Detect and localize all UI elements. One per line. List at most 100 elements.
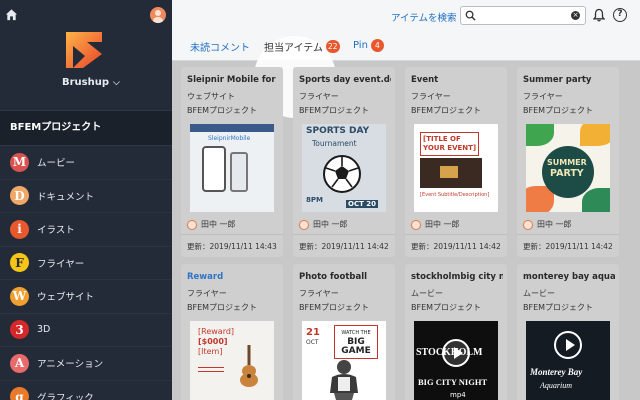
- card-type: フライヤー: [299, 289, 339, 298]
- card-owner: 田中 一郎: [411, 219, 460, 230]
- sidebar-item-category[interactable]: M ムービー: [0, 146, 172, 180]
- category-badge-icon: i: [10, 219, 29, 239]
- thumbnail-photo: [420, 158, 482, 188]
- card-thumbnail[interactable]: SleipnirMobile: [190, 124, 274, 212]
- tab-count-badge: 22: [326, 40, 340, 53]
- sidebar-item-category[interactable]: D ドキュメント: [0, 180, 172, 213]
- sidebar-item-label: イラスト: [37, 225, 75, 237]
- card-title[interactable]: Summer party: [523, 75, 615, 85]
- category-badge-icon: D: [10, 186, 29, 206]
- tab-bar: 未読コメント 担当アイテム 22 Pin 4: [172, 34, 640, 118]
- tab-label: 未読コメント: [190, 43, 250, 54]
- sidebar-item-category[interactable]: g グラフィック: [0, 381, 172, 400]
- card-project: BFEMプロジェクト: [523, 303, 594, 312]
- item-card[interactable]: monterey bay aquar... ムービー BFEMプロジェクト Mo…: [517, 264, 619, 400]
- thumbnail-text: OCT: [306, 339, 319, 346]
- help-icon[interactable]: ?: [613, 8, 627, 22]
- thumbnail-text: Monterey Bay: [530, 367, 583, 377]
- card-title[interactable]: stockholmbig city ni...: [411, 272, 503, 282]
- thumbnail-text-block: [Reward] [$000] [Item]: [198, 327, 234, 357]
- tab-label: Pin: [353, 40, 368, 51]
- phone-image: [202, 146, 226, 192]
- leaf-decoration: [526, 124, 554, 146]
- card-thumbnail[interactable]: SPORTS DAY Tournament 8PM OCT 20: [302, 124, 386, 212]
- owner-name: 田中 一郎: [425, 220, 460, 229]
- card-title[interactable]: Sports day event.docx: [299, 75, 391, 85]
- home-icon[interactable]: [5, 8, 18, 21]
- thumbnail-text: YOUR EVENT]: [423, 144, 477, 152]
- owner-name: 田中 一郎: [201, 220, 236, 229]
- item-card[interactable]: stockholmbig city ni... ムービー BFEMプロジェクト …: [405, 264, 507, 400]
- thumbnail-text: [Event Subtitle/Description]: [420, 192, 490, 198]
- owner-avatar-icon: [411, 219, 421, 230]
- card-thumbnail[interactable]: Monterey Bay Aquarium: [526, 321, 610, 400]
- search-input[interactable]: [479, 8, 567, 23]
- brand-name: Brushup: [62, 77, 110, 88]
- thumbnail-title-box: [TITLE OF YOUR EVENT]: [420, 132, 480, 156]
- play-icon[interactable]: [442, 339, 470, 367]
- thumbnail-text: SleipnirMobile: [208, 135, 251, 142]
- sidebar-item-label: フライヤー: [37, 258, 85, 270]
- sidebar-item-category[interactable]: 3 3D: [0, 314, 172, 347]
- thumbnail-text: 8PM: [306, 196, 323, 204]
- item-grid: Sleipnir Mobile for i... ウェブサイト BFEMプロジェ…: [172, 62, 640, 400]
- guitar-icon: [240, 345, 258, 387]
- category-list: M ムービー D ドキュメント i イラスト F フライヤー W ウェブサイト 3 3D A アニメーショ…: [0, 146, 172, 400]
- sidebar-topbar: [0, 0, 172, 30]
- sidebar-item-category[interactable]: F フライヤー: [0, 247, 172, 280]
- chevron-down-icon: ⌵: [113, 77, 120, 88]
- tab-assigned-items[interactable]: 担当アイテム 22: [264, 39, 340, 54]
- brushup-logo-icon[interactable]: [63, 29, 105, 71]
- item-card[interactable]: Event フライヤー BFEMプロジェクト [TITLE OF YOUR EV…: [405, 67, 507, 257]
- tab-label: 担当アイテム: [264, 43, 323, 54]
- owner-avatar-icon: [187, 219, 197, 230]
- sidebar-item-category[interactable]: A アニメーション: [0, 347, 172, 381]
- clear-search-icon[interactable]: ×: [571, 11, 580, 20]
- category-badge-icon: W: [10, 286, 29, 306]
- category-badge-icon: 3: [10, 320, 29, 340]
- brand-switcher[interactable]: Brushup ⌵: [62, 77, 120, 88]
- project-header[interactable]: BFEMプロジェクト: [0, 110, 172, 146]
- card-project: BFEMプロジェクト: [299, 106, 370, 115]
- divider: [293, 234, 395, 235]
- thumbnail-text: WATCH THE: [341, 330, 371, 336]
- card-thumbnail[interactable]: [TITLE OF YOUR EVENT] [Event Subtitle/De…: [414, 124, 498, 212]
- item-search-link[interactable]: アイテムを検索: [391, 10, 457, 24]
- card-title[interactable]: monterey bay aquar...: [523, 272, 615, 282]
- bell-icon[interactable]: [593, 8, 605, 22]
- card-title[interactable]: Event: [411, 75, 503, 85]
- thumbnail-text: SPORTS DAY: [306, 126, 370, 136]
- item-card[interactable]: Sleipnir Mobile for i... ウェブサイト BFEMプロジェ…: [181, 67, 283, 257]
- play-icon[interactable]: [554, 331, 582, 359]
- item-card[interactable]: Sports day event.docx フライヤー BFEMプロジェクト S…: [293, 67, 395, 257]
- main-content: アイテムを検索 × ? 未読コメント 担当アイテム 22 Pin 4 Sleip…: [172, 0, 640, 400]
- item-card[interactable]: Photo football フライヤー BFEMプロジェクト 21 OCT W…: [293, 264, 395, 400]
- card-updated: 更新：2019/11/11 14:42: [299, 242, 389, 251]
- sidebar-item-label: 3D: [37, 324, 51, 336]
- card-owner: 田中 一郎: [299, 219, 348, 230]
- leaf-decoration: [582, 188, 610, 212]
- search-box[interactable]: ×: [460, 6, 586, 25]
- item-card[interactable]: Reward フライヤー BFEMプロジェクト [Reward] [$000] …: [181, 264, 283, 400]
- card-thumbnail[interactable]: 21 OCT WATCH THE BIG GAME: [302, 321, 386, 400]
- tab-unread-comments[interactable]: 未読コメント: [190, 39, 250, 54]
- card-project: BFEMプロジェクト: [187, 106, 258, 115]
- user-avatar[interactable]: [150, 7, 166, 23]
- divider: [405, 234, 507, 235]
- tab-pin[interactable]: Pin 4: [353, 39, 384, 52]
- thumbnail-text: Aquarium: [540, 381, 572, 390]
- card-updated: 更新：2019/11/11 14:43: [187, 242, 277, 251]
- card-project: BFEMプロジェクト: [411, 106, 482, 115]
- sidebar-item-category[interactable]: i イラスト: [0, 213, 172, 247]
- owner-name: 田中 一郎: [313, 220, 348, 229]
- card-thumbnail[interactable]: STOCKHOLM BIG CITY NIGHT mp4: [414, 321, 498, 400]
- card-thumbnail[interactable]: SUMMER PARTY: [526, 124, 610, 212]
- card-type: フライヤー: [187, 289, 227, 298]
- card-title[interactable]: Reward: [187, 272, 279, 282]
- thumbnail-text: Tournament: [312, 139, 357, 148]
- card-title[interactable]: Sleipnir Mobile for i...: [187, 75, 279, 85]
- sidebar-item-category[interactable]: W ウェブサイト: [0, 280, 172, 314]
- item-card[interactable]: Summer party フライヤー BFEMプロジェクト SUMMER PAR…: [517, 67, 619, 257]
- card-thumbnail[interactable]: [Reward] [$000] [Item]: [190, 321, 274, 400]
- card-title[interactable]: Photo football: [299, 272, 391, 282]
